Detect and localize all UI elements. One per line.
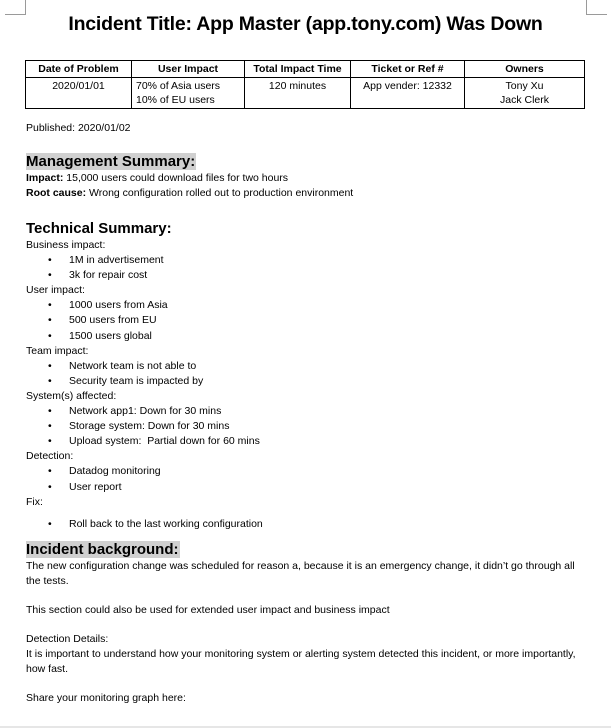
list-item-text: 1500 users global [69,329,152,342]
cell-ticket: App vender: 12332 [350,77,465,109]
header-user-impact: User Impact [131,60,245,78]
list-item-text: Network team is not able to [69,359,197,372]
root-cause-line: Root cause: Wrong configuration rolled o… [26,186,353,201]
list-item-text: User report [69,480,122,493]
extended-impact-paragraph: This section could also be used for exte… [26,604,390,616]
list-item-text: Datadog monitoring [69,465,161,478]
list-item-text: Network app1: Down for 30 mins [69,405,222,418]
root-cause-label: Root cause: [26,187,87,199]
list-item-text: 1000 users from Asia [69,299,168,312]
user-impact-line: 10% of EU users [136,94,215,106]
impact-line: Impact: 15,000 users could download file… [26,171,288,186]
owner-name: Jack Clerk [499,94,549,106]
header-total-impact-time: Total Impact Time [244,60,351,78]
list-item-text: Upload system: Partial down for 60 mins [69,435,260,448]
incident-summary-table: Date of Problem User Impact Total Impact… [25,60,585,109]
list-item: • Upload system: Partial down for 60 mins [26,434,263,449]
header-ticket-ref: Ticket or Ref # [350,60,465,78]
list-item: • Storage system: Down for 30 mins [26,419,263,434]
bullet-icon: • [48,314,52,327]
bullet-icon: • [48,517,52,530]
monitoring-graph-prompt: Share your monitoring graph here: [26,692,186,704]
table-row: 2020/01/01 70% of Asia users 10% of EU u… [25,77,585,109]
group-label-fix: Fix: [26,495,43,508]
table-header-row: Date of Problem User Impact Total Impact… [25,60,585,78]
bullet-icon: • [48,420,52,433]
list-item: • Security team is impacted by [26,374,263,389]
bullet-icon: • [48,480,52,493]
incident-background-heading: Incident background: [26,540,180,559]
bullet-icon: • [48,359,52,372]
list-item: • User report [26,480,263,495]
management-summary-heading: Management Summary: [26,152,197,171]
bullet-icon: • [48,405,52,418]
heading-text: Management Summary: [26,153,197,170]
list-item: • Roll back to the last working configura… [26,517,263,532]
list-item: • Datadog monitoring [26,464,263,479]
header-owners: Owners [464,60,585,78]
list-item: • 1M in advertisement [26,253,263,268]
cell-total-impact-time: 120 minutes [244,77,351,109]
bullet-icon: • [48,329,52,342]
root-cause-text: Wrong configuration rolled out to produc… [86,187,354,199]
list-item-text: 1M in advertisement [69,254,164,267]
cell-owners: Tony Xu Jack Clerk [464,77,585,109]
heading-text: Incident background: [26,541,180,558]
bullet-icon: • [48,269,52,282]
impact-text: 15,000 users could download files for tw… [63,172,289,184]
detection-details-paragraph: It is important to understand how your m… [26,648,576,675]
owner-name: Tony Xu [505,80,544,92]
bullet-icon: • [48,299,52,312]
bullet-icon: • [48,465,52,478]
bullet-icon: • [48,435,52,448]
cell-date: 2020/01/01 [25,77,132,109]
list-item-text: Storage system: Down for 30 mins [69,420,230,433]
document-page: Incident Title: App Master (app.tony.com… [0,0,611,728]
group-label-business-impact: Business impact: [26,239,106,251]
incident-title: Incident Title: App Master (app.tony.com… [68,13,543,35]
cell-user-impact: 70% of Asia users 10% of EU users [131,77,245,109]
user-impact-line: 70% of Asia users [136,80,221,92]
technical-summary-body: Business impact: • 1M in advertisement • 3… [26,238,263,532]
bullet-icon: • [48,374,52,387]
list-item-text: Roll back to the last working configurat… [69,517,263,530]
list-item: • 1500 users global [26,329,263,344]
technical-summary-heading: Technical Summary: [26,220,172,237]
list-item: • 500 users from EU [26,313,263,328]
header-date-of-problem: Date of Problem [25,60,132,78]
published-date: Published: 2020/01/02 [26,122,131,134]
group-label-detection: Detection: [26,450,74,463]
group-label-systems-affected: System(s) affected: [26,389,117,402]
list-item-text: 3k for repair cost [69,269,148,282]
list-item: • 1000 users from Asia [26,298,263,313]
list-item-text: 500 users from EU [69,314,157,327]
list-item: • Network app1: Down for 30 mins [26,404,263,419]
bullet-icon: • [48,254,52,267]
list-item-text: Security team is impacted by [69,374,204,387]
list-item: • 3k for repair cost [26,268,263,283]
group-label-team-impact: Team impact: [26,344,89,357]
background-paragraph: The new configuration change was schedul… [26,560,575,587]
group-label-user-impact: User impact: [26,284,85,297]
impact-label: Impact: [26,172,64,184]
detection-details-label: Detection Details: [26,633,109,645]
list-item: • Network team is not able to [26,359,263,374]
